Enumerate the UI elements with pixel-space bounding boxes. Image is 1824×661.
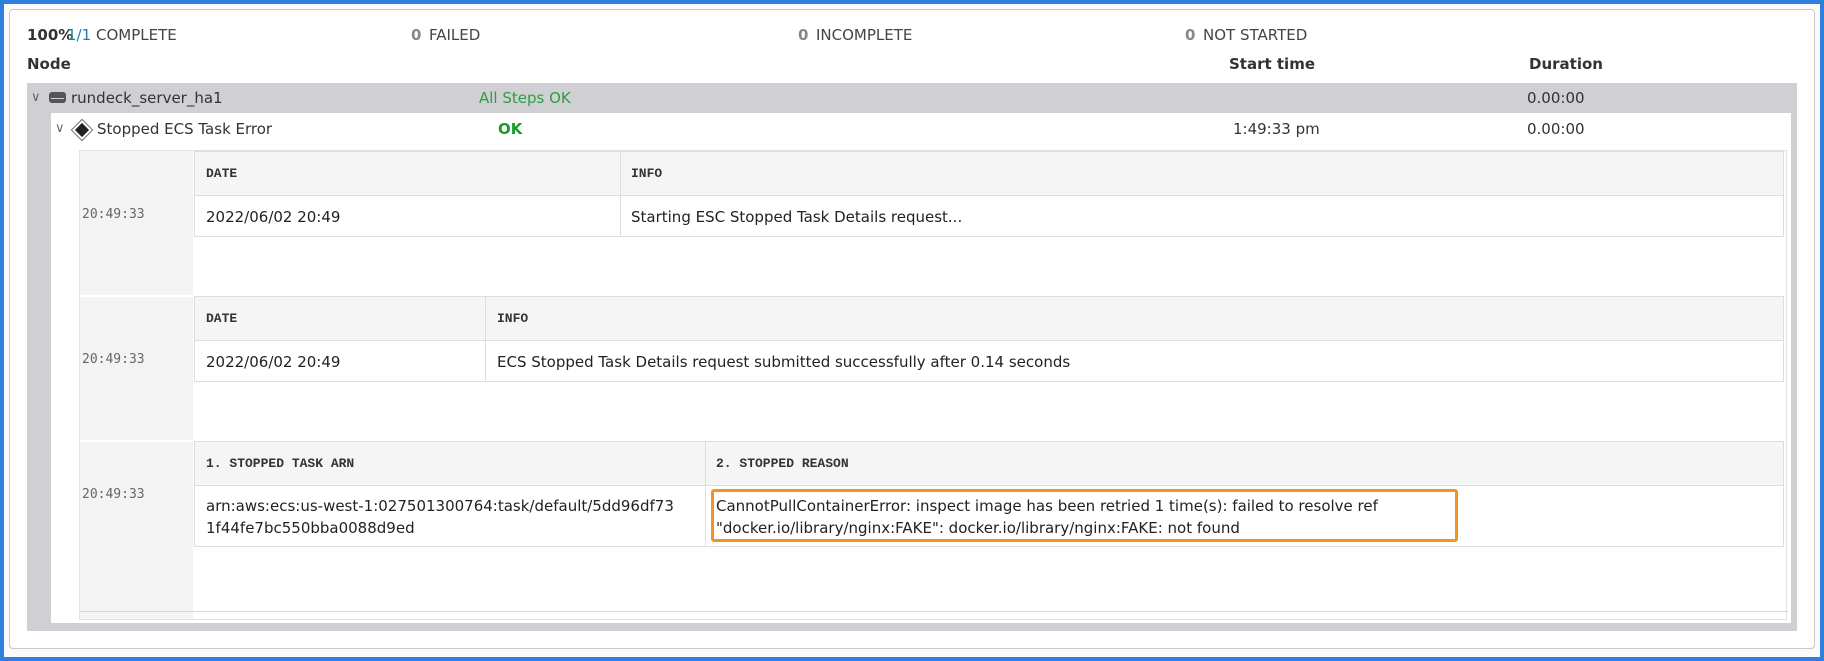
incomplete-count: 0 [798, 26, 809, 44]
column-header-duration: Duration [1529, 55, 1603, 73]
timestamp-gutter: 20:49:33 20:49:33 20:49:33 [80, 151, 193, 619]
step-start-time: 1:49:33 pm [1233, 120, 1320, 138]
node-duration: 0.00:00 [1527, 89, 1585, 107]
not-started-label: NOT STARTED [1203, 26, 1308, 44]
chevron-down-icon[interactable]: ∨ [31, 90, 41, 105]
table-header-date: DATE [206, 311, 238, 326]
failed-label: FAILED [429, 26, 481, 44]
log-timestamp: 20:49:33 [82, 207, 145, 222]
chevron-down-icon[interactable]: ∨ [55, 121, 65, 136]
step-duration: 0.00:00 [1527, 120, 1585, 138]
node-row[interactable]: ∨ rundeck_server_ha1 All Steps OK 0.00:0… [27, 83, 1797, 113]
log-table: DATE INFO 2022/06/02 20:49 ECS Stopped T… [194, 296, 1784, 382]
incomplete-label: INCOMPLETE [816, 26, 913, 44]
progress-summary: 100% 1/1 COMPLETE 0 FAILED 0 INCOMPLETE … [27, 26, 1797, 46]
table-cell-date: 2022/06/02 20:49 [206, 208, 341, 226]
table-cell-info: ECS Stopped Task Details request submitt… [497, 353, 1071, 371]
log-table: 1. STOPPED TASK ARN 2. STOPPED REASON ar… [194, 441, 1784, 547]
table-header-date: DATE [206, 166, 238, 181]
table-cell-date: 2022/06/02 20:49 [206, 353, 341, 371]
table-header-task-arn: 1. STOPPED TASK ARN [206, 456, 355, 471]
column-header-node: Node [27, 55, 71, 73]
failed-count: 0 [411, 26, 422, 44]
node-block: ∨ rundeck_server_ha1 All Steps OK 0.00:0… [27, 83, 1797, 631]
node-status: All Steps OK [479, 89, 571, 107]
log-timestamp: 20:49:33 [82, 352, 145, 367]
table-header-row: 1. STOPPED TASK ARN 2. STOPPED REASON [195, 442, 1783, 486]
log-output: 20:49:33 20:49:33 20:49:33 DATE INFO 202… [79, 150, 1788, 620]
table-header-stopped-reason: 2. STOPPED REASON [716, 456, 849, 471]
step-block: ∨ Stopped ECS Task Error OK 1:49:33 pm 0… [51, 113, 1791, 623]
log-table: DATE INFO 2022/06/02 20:49 Starting ESC … [194, 151, 1784, 237]
step-row[interactable]: ∨ Stopped ECS Task Error OK 1:49:33 pm 0… [51, 113, 1791, 145]
step-name[interactable]: Stopped ECS Task Error [97, 120, 272, 138]
complete-label: COMPLETE [96, 26, 177, 44]
log-timestamp: 20:49:33 [82, 487, 145, 502]
table-cell-stopped-reason: CannotPullContainerError: inspect image … [716, 497, 1378, 537]
step-status: OK [498, 120, 523, 138]
node-name[interactable]: rundeck_server_ha1 [71, 89, 223, 107]
diamond-icon [74, 122, 90, 138]
table-cell-task-arn: arn:aws:ecs:us-west-1:027501300764:task/… [206, 497, 674, 537]
progress-fraction[interactable]: 1/1 [67, 26, 91, 44]
table-header-row: DATE INFO [195, 152, 1783, 196]
table-cell-info: Starting ESC Stopped Task Details reques… [631, 208, 963, 226]
table-header-info: INFO [497, 311, 529, 326]
table-header-row: DATE INFO [195, 297, 1783, 341]
column-header-start-time: Start time [1229, 55, 1316, 73]
not-started-count: 0 [1185, 26, 1196, 44]
table-header-info: INFO [631, 166, 663, 181]
server-icon [49, 92, 66, 103]
